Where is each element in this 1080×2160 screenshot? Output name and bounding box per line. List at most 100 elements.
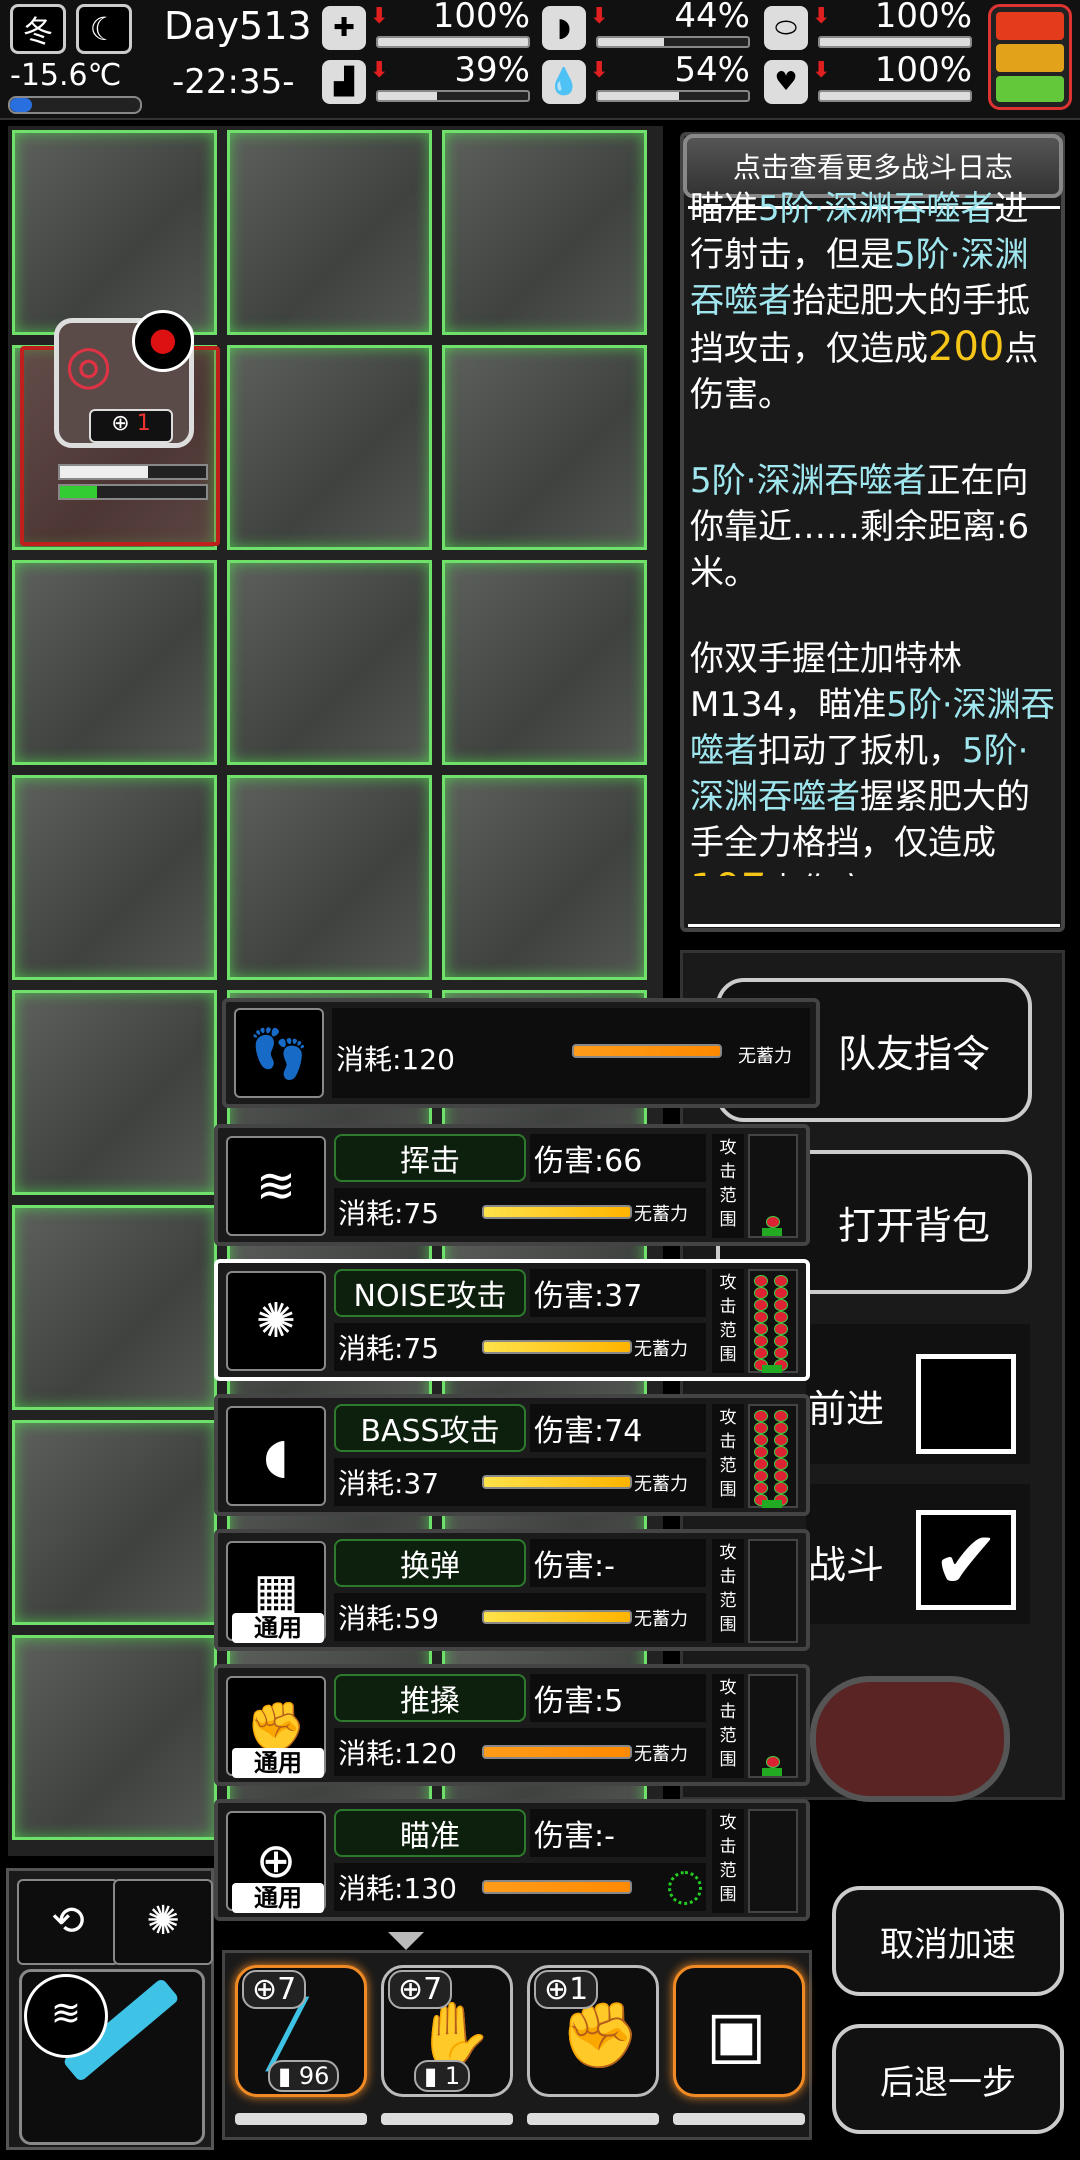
skill-cost: 消耗:130 bbox=[338, 1872, 457, 1905]
skill-damage: 伤害:37 bbox=[530, 1269, 706, 1317]
medkit-icon: ✚ bbox=[322, 6, 366, 50]
swap-weapon-icon[interactable]: ⟲ bbox=[17, 1879, 119, 1965]
weapon-slot-minigun[interactable]: ╱ ⊕7 ▮ 96 bbox=[235, 1965, 367, 2097]
move-skill-cost-bar bbox=[572, 1044, 722, 1058]
weapon-bar: ╱ ⊕7 ▮ 96 ✋ ⊕7 ▮ 1 ✊ ⊕1 ▣ bbox=[222, 1950, 812, 2140]
grid-tile[interactable] bbox=[227, 560, 432, 765]
grid-tile[interactable] bbox=[12, 1205, 217, 1410]
stat-bar bbox=[376, 36, 530, 48]
general-tag: 通用 bbox=[232, 1748, 324, 1778]
attack-range: 攻击范围 bbox=[712, 1134, 802, 1238]
stat-water-drop: 💧 ⬇ 54% bbox=[542, 50, 754, 108]
shove-icon: ✊ 通用 bbox=[226, 1676, 326, 1778]
rapid-fire-icon: ≋ bbox=[24, 1974, 108, 2058]
skill-name: 推搡 bbox=[334, 1674, 526, 1722]
enemy-marker[interactable]: ◎ ⊕ 1 ● bbox=[20, 310, 220, 546]
grid-tile[interactable] bbox=[12, 990, 217, 1195]
grid-tile[interactable] bbox=[12, 1635, 217, 1840]
skill-noise-ear[interactable]: ✺ NOISE攻击 伤害:37 消耗:75 无蓄力 攻击范围 bbox=[214, 1259, 810, 1381]
grid-tile[interactable] bbox=[442, 775, 647, 980]
weapon-count: ⊕7 bbox=[388, 1970, 453, 2009]
skill-slash[interactable]: ≋ 挥击 伤害:66 消耗:75 无蓄力 攻击范围 bbox=[214, 1124, 810, 1246]
skill-menu-pointer bbox=[388, 1932, 424, 1950]
attack-range: 攻击范围 bbox=[712, 1539, 802, 1643]
crosshair-icon: ⊕ 通用 bbox=[226, 1811, 326, 1913]
skill-cost: 消耗:37 bbox=[338, 1467, 440, 1500]
weapon-slot-fist[interactable]: ✊ ⊕1 bbox=[527, 1965, 659, 2097]
skill-cost: 消耗:75 bbox=[338, 1332, 440, 1365]
attack-range-label: 攻击范围 bbox=[712, 1809, 744, 1913]
skill-cost-bar bbox=[482, 1880, 632, 1894]
advance-checkbox[interactable] bbox=[916, 1354, 1016, 1454]
attack-range: 攻击范围 bbox=[712, 1404, 802, 1508]
skill-damage: 伤害:66 bbox=[530, 1134, 706, 1182]
log-segment: 扣动了扳机， bbox=[758, 731, 962, 771]
weapon-slot-claw[interactable]: ✋ ⊕7 ▮ 1 bbox=[381, 1965, 513, 2097]
stat-down-arrow-icon: ⬇ bbox=[812, 58, 831, 83]
grid-tile[interactable] bbox=[442, 130, 647, 335]
attack-button[interactable] bbox=[810, 1676, 1010, 1802]
stat-down-arrow-icon: ⬇ bbox=[590, 58, 609, 83]
grid-tile[interactable] bbox=[12, 1420, 217, 1625]
move-skill-no-charge: 无蓄力 bbox=[738, 1046, 792, 1067]
log-segment: 点伤害。 bbox=[766, 871, 902, 876]
stat-down-arrow-icon: ⬇ bbox=[812, 4, 831, 29]
log-entry: 你双手握住加特林M134，瞄准5阶·深渊吞噬者扣动了扳机，5阶·深渊吞噬者握紧肥… bbox=[690, 636, 1062, 876]
grid-tile[interactable] bbox=[227, 775, 432, 980]
enemy-energy-bar bbox=[58, 484, 208, 500]
minigun-icon[interactable]: ≋ bbox=[19, 1969, 205, 2145]
skill-cost: 消耗:120 bbox=[338, 1737, 457, 1770]
moon-icon: ☾ bbox=[76, 4, 132, 54]
log-segment: 197 bbox=[690, 866, 766, 876]
weapon-count: ⊕1 bbox=[534, 1970, 599, 2009]
grid-tile[interactable] bbox=[12, 560, 217, 765]
general-tag: 通用 bbox=[232, 1613, 324, 1643]
footprint-icon: 👣 bbox=[234, 1008, 324, 1098]
grid-tile[interactable] bbox=[442, 345, 647, 550]
stat-bar bbox=[376, 90, 530, 102]
day-label: Day513 bbox=[164, 4, 312, 48]
skill-bass-speaker[interactable]: ◖ BASS攻击 伤害:74 消耗:37 无蓄力 攻击范围 bbox=[214, 1394, 810, 1516]
attack-range-grid bbox=[748, 1539, 798, 1643]
attack-range-grid bbox=[748, 1674, 798, 1778]
combat-log-text: 瞄准5阶·深渊吞噬者进行射击，但是5阶·深渊吞噬者抬起肥大的手抵挡攻击，仅造成2… bbox=[690, 186, 1062, 876]
grid-tile[interactable] bbox=[12, 130, 217, 335]
grid-tile[interactable] bbox=[12, 775, 217, 980]
move-skill[interactable]: 👣 消耗:120 无蓄力 bbox=[222, 998, 820, 1108]
season-icon: 冬 bbox=[10, 4, 66, 54]
stat-bar bbox=[818, 90, 972, 102]
weapon-slot-vest[interactable]: ▣ bbox=[673, 1965, 805, 2097]
attack-range-label: 攻击范围 bbox=[712, 1539, 744, 1643]
skill-damage: 伤害:74 bbox=[530, 1404, 706, 1452]
stat-down-arrow-icon: ⬇ bbox=[370, 58, 389, 83]
battle-label: 战斗 bbox=[808, 1543, 885, 1587]
stat-value: 100% bbox=[432, 0, 530, 36]
skill-no-charge: 无蓄力 bbox=[634, 1204, 688, 1225]
move-skill-info: 消耗:120 无蓄力 bbox=[332, 1008, 810, 1098]
skill-no-charge: 无蓄力 bbox=[634, 1339, 688, 1360]
grid-tile[interactable] bbox=[442, 560, 647, 765]
battle-checkbox[interactable]: ✔ bbox=[916, 1510, 1016, 1610]
step-back-button[interactable]: 后退一步 bbox=[832, 2024, 1064, 2134]
skill-crosshair[interactable]: ⊕ 通用 瞄准 伤害:- 消耗:130 攻击范围 bbox=[214, 1799, 810, 1921]
noise-skill-icon[interactable]: ✺ bbox=[113, 1879, 213, 1965]
skill-no-charge: 无蓄力 bbox=[634, 1609, 688, 1630]
skill-cost-bar bbox=[482, 1340, 632, 1354]
attack-range-label: 攻击范围 bbox=[712, 1134, 744, 1238]
skill-reload[interactable]: ▦ 通用 换弹 伤害:- 消耗:59 无蓄力 攻击范围 bbox=[214, 1529, 810, 1651]
skill-cost-bar bbox=[482, 1745, 632, 1759]
temperature-bar bbox=[8, 96, 142, 114]
grid-tile[interactable] bbox=[227, 130, 432, 335]
stat-value: 39% bbox=[454, 50, 530, 90]
skill-damage: 伤害:- bbox=[530, 1539, 706, 1587]
log-divider-bottom bbox=[688, 924, 1060, 935]
cancel-speedup-button[interactable]: 取消加速 bbox=[832, 1886, 1064, 1996]
grid-tile[interactable] bbox=[227, 345, 432, 550]
skill-shove[interactable]: ✊ 通用 推搡 伤害:5 消耗:120 无蓄力 攻击范围 bbox=[214, 1664, 810, 1786]
stat-pill: ⬭ ⬇ 100% bbox=[764, 0, 976, 54]
stat-value: 44% bbox=[674, 0, 750, 36]
attack-range-label: 攻击范围 bbox=[712, 1269, 744, 1373]
active-weapon-panel: ⟲ ✺ ≋ bbox=[6, 1868, 214, 2150]
advance-label: 前进 bbox=[808, 1387, 885, 1431]
skill-cost: 消耗:59 bbox=[338, 1602, 440, 1635]
